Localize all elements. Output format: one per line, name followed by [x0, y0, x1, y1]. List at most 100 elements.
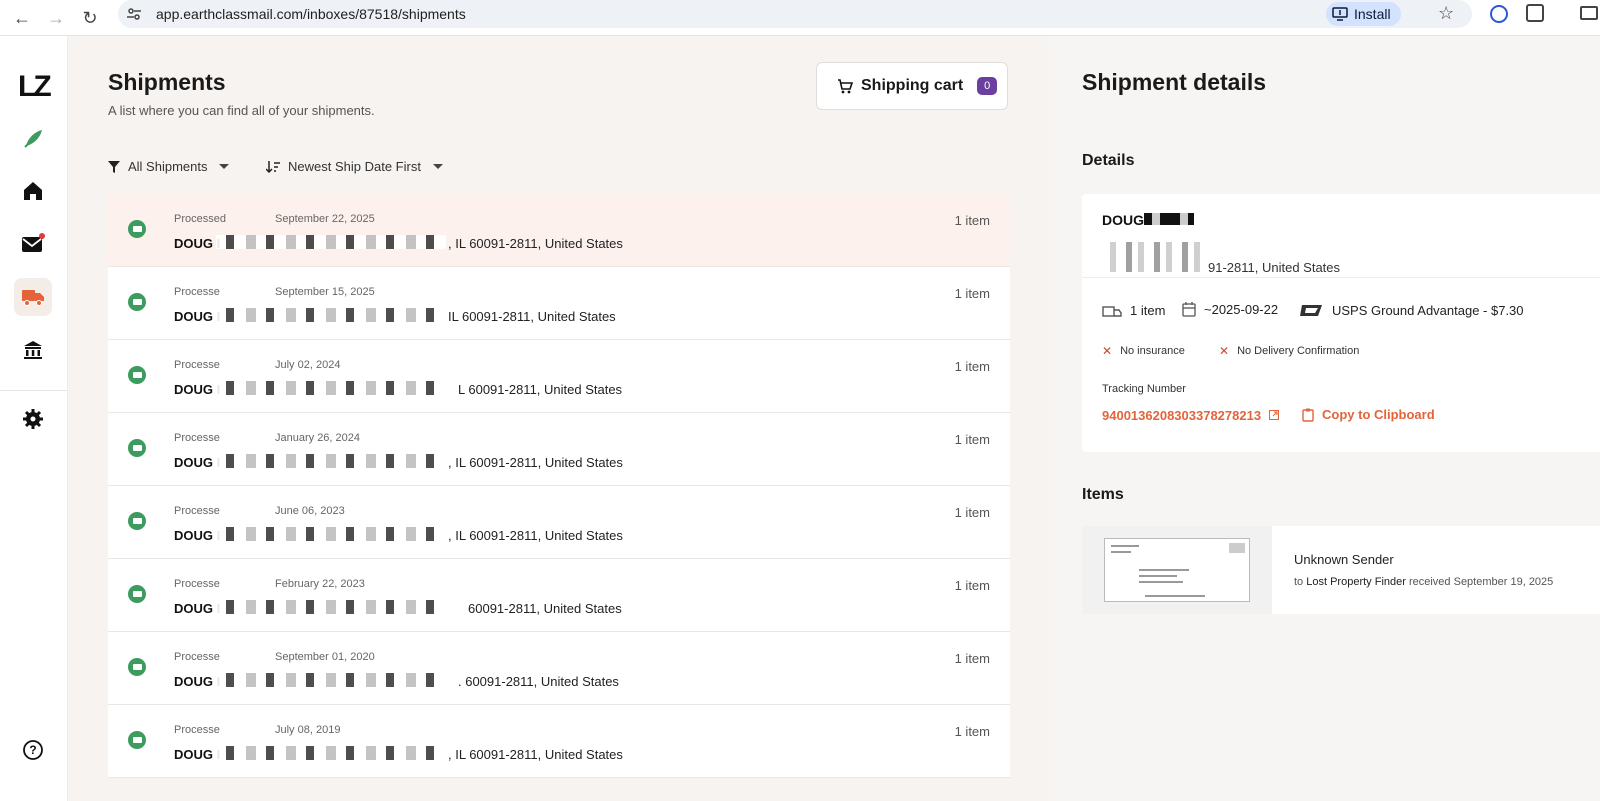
shipment-date: July 02, 2024: [275, 359, 341, 371]
recipient-address: 60091-2811, United States: [468, 601, 622, 616]
calendar-icon: [1182, 302, 1196, 317]
reload-icon[interactable]: ↻: [76, 4, 104, 32]
shipment-status: Processe: [174, 432, 220, 444]
page-subtitle: A list where you can find all of your sh…: [108, 103, 375, 118]
items-section-heading: Items: [1082, 486, 1124, 503]
copy-label: Copy to Clipboard: [1322, 407, 1435, 422]
mail-icon[interactable]: [14, 225, 52, 263]
install-label: Install: [1354, 6, 1391, 22]
shipment-date: February 22, 2023: [275, 578, 365, 590]
recipient-name: DOUG I: [174, 455, 221, 470]
truck-status-icon: [128, 658, 146, 676]
recipient-name: DOUG I: [174, 528, 221, 543]
site-settings-icon[interactable]: [126, 6, 142, 22]
shipment-status: Processe: [174, 724, 220, 736]
rocket-icon[interactable]: [14, 120, 52, 158]
shipment-status: Processe: [174, 578, 220, 590]
address-bar[interactable]: app.earthclassmail.com/inboxes/87518/shi…: [118, 0, 1472, 28]
back-icon[interactable]: ←: [8, 4, 36, 32]
url-text[interactable]: app.earthclassmail.com/inboxes/87518/shi…: [156, 6, 466, 22]
mail-item-thumbnail[interactable]: [1082, 526, 1272, 614]
recipient-address: , IL 60091-2811, United States: [448, 747, 623, 762]
details-title: Shipment details: [1082, 69, 1267, 95]
copy-to-clipboard-button[interactable]: Copy to Clipboard: [1302, 407, 1435, 422]
shipment-date: September 01, 2020: [275, 651, 375, 663]
shipment-item-count: 1 item: [954, 359, 990, 374]
sort-icon: [266, 160, 280, 173]
redacted-block: [1104, 242, 1204, 272]
shipment-item-count: 1 item: [954, 651, 990, 666]
shipments-truck-icon[interactable]: [14, 278, 52, 316]
recipient-address: , IL 60091-2811, United States: [448, 455, 623, 470]
external-link-icon: [1268, 410, 1279, 420]
shipment-filter-dropdown[interactable]: All Shipments: [108, 159, 230, 174]
app-sidebar: LZ ?: [0, 36, 68, 801]
shipment-row[interactable]: Processe September 15, 2025 1 item DOUG …: [108, 267, 1010, 340]
page-title: Shipments: [108, 69, 226, 95]
truck-status-icon: [128, 439, 146, 457]
shipment-row[interactable]: Processe July 02, 2024 1 item DOUG I L 6…: [108, 340, 1010, 413]
forward-icon[interactable]: →: [42, 4, 70, 32]
insurance-text: No insurance: [1120, 345, 1185, 357]
recipient-name: DOUG I: [174, 309, 221, 324]
truck-status-icon: [128, 731, 146, 749]
redacted-block: [216, 308, 446, 322]
shipment-row[interactable]: Processe January 26, 2024 1 item DOUG I …: [108, 413, 1010, 486]
card-divider: [1082, 277, 1600, 278]
sidebar-divider: [0, 390, 68, 391]
bookmark-star-icon[interactable]: ☆: [1438, 3, 1454, 24]
chevron-down-icon: [219, 164, 230, 169]
svg-text:?: ?: [29, 743, 36, 757]
delivery-confirmation-flag: ✕ No Delivery Confirmation: [1219, 344, 1359, 358]
clipboard-icon: [1302, 408, 1314, 422]
shipment-status: Processe: [174, 286, 220, 298]
filter-icon: [108, 160, 120, 173]
shipment-row[interactable]: Processe June 06, 2023 1 item DOUG I , I…: [108, 486, 1010, 559]
shipment-date: January 26, 2024: [275, 432, 361, 444]
recipient-address: IL 60091-2811, United States: [448, 309, 616, 324]
usps-eagle-icon: [1300, 305, 1322, 316]
truck-status-icon: [128, 220, 146, 238]
shipment-status: Processe: [174, 359, 220, 371]
recipient-address: . 60091-2811, United States: [458, 674, 619, 689]
browser-toolbar: ← → ↻ app.earthclassmail.com/inboxes/875…: [0, 0, 1600, 36]
shipment-item-count: 1 item: [954, 432, 990, 447]
settings-gear-icon[interactable]: [14, 400, 52, 438]
tracking-number-link[interactable]: 9400136208303378278213: [1102, 408, 1279, 423]
password-manager-icon[interactable]: [1490, 5, 1508, 23]
tracking-number-text[interactable]: 9400136208303378278213: [1102, 408, 1261, 423]
shipment-row[interactable]: Processe July 08, 2019 1 item DOUG I , I…: [108, 705, 1010, 778]
side-panel-icon[interactable]: [1580, 6, 1598, 20]
redacted-block: [216, 235, 446, 249]
bank-icon[interactable]: [14, 331, 52, 369]
shipment-date: July 08, 2019: [275, 724, 341, 736]
help-icon[interactable]: ?: [14, 731, 52, 769]
recipient-name: DOUG I: [174, 236, 221, 251]
shipment-row[interactable]: Processe February 22, 2023 1 item DOUG I…: [108, 559, 1010, 632]
ship-date-text: ~2025-09-22: [1204, 302, 1279, 317]
item-received-meta: to Lost Property Finder received Septemb…: [1294, 576, 1553, 588]
cart-count-badge: 0: [977, 77, 998, 95]
recipient-name: DOUG I: [174, 674, 221, 689]
app-logo[interactable]: LZ: [18, 70, 52, 104]
package-icon: [1102, 306, 1122, 317]
delivery-confirmation-text: No Delivery Confirmation: [1237, 345, 1360, 357]
redacted-block: [216, 746, 446, 760]
extensions-icon[interactable]: [1526, 4, 1544, 22]
x-icon: ✕: [1219, 344, 1230, 358]
mail-item-card[interactable]: Unknown Sender to Lost Property Finder r…: [1082, 526, 1600, 614]
install-button[interactable]: Install: [1326, 2, 1401, 26]
shipment-row[interactable]: Processe September 01, 2020 1 item DOUG …: [108, 632, 1010, 705]
item-sender: Unknown Sender: [1294, 552, 1394, 567]
home-icon[interactable]: [14, 172, 52, 210]
shipment-row[interactable]: Processed September 22, 2025 1 item DOUG…: [108, 194, 1010, 267]
cart-icon: [838, 78, 853, 93]
shipping-cart-button[interactable]: Shipping cart 0: [816, 62, 1008, 110]
sort-dropdown[interactable]: Newest Ship Date First: [266, 159, 443, 174]
shipping-service-text: USPS Ground Advantage - $7.30: [1332, 302, 1524, 318]
recipient-name: DOUG I: [174, 747, 221, 762]
shipment-details-panel: Shipment details Details DOUG 91-2811, U…: [1049, 36, 1600, 801]
item-count-meta: 1 item: [1102, 302, 1165, 318]
shipment-date: September 22, 2025: [275, 213, 375, 225]
shipment-item-count: 1 item: [954, 213, 990, 228]
